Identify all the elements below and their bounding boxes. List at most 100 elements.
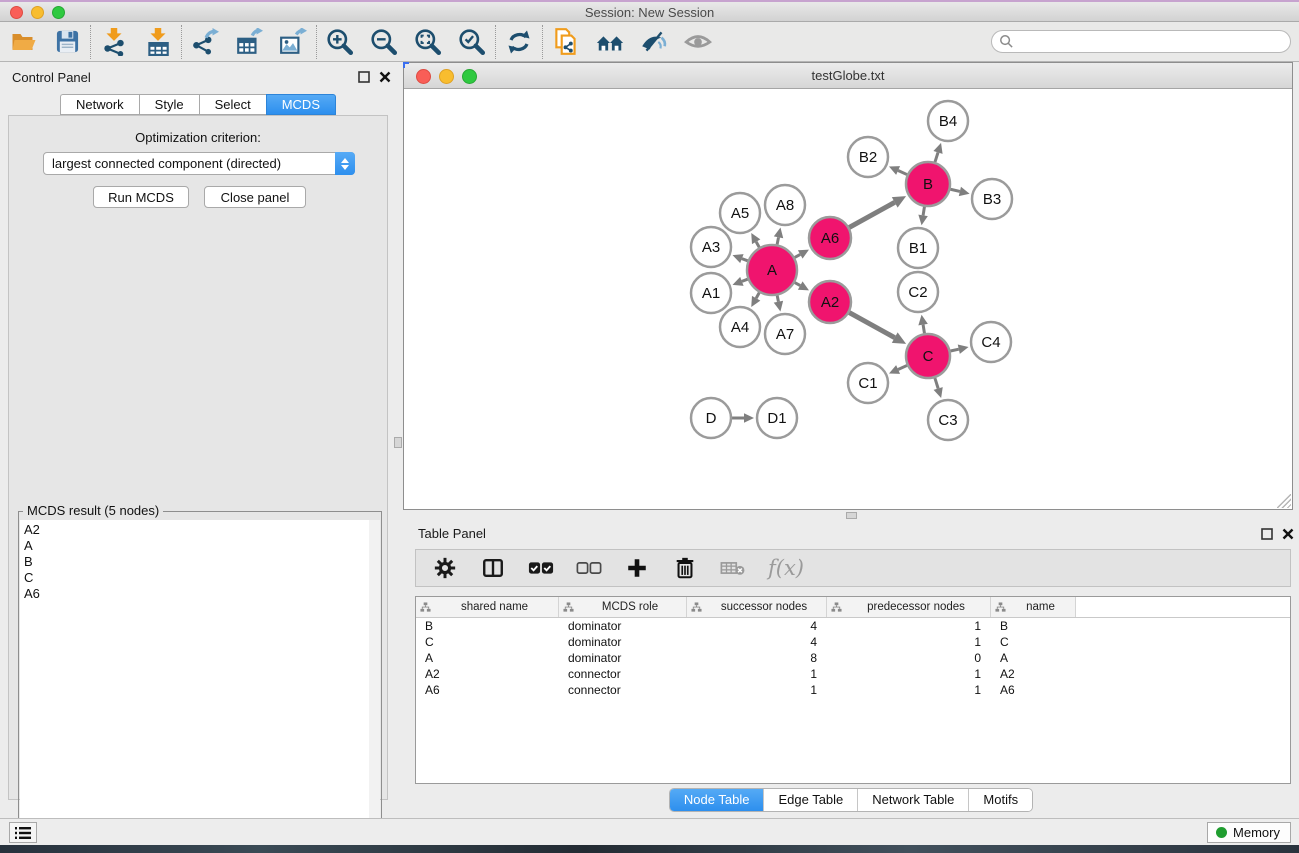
columns-button[interactable] [480,555,506,581]
edge-A-A8[interactable] [777,237,778,244]
edge-C-C4[interactable] [950,349,958,351]
edge-A6-B[interactable] [849,202,894,227]
task-history-button[interactable] [9,822,37,843]
function-builder-button[interactable]: f(x) [768,555,804,581]
edge-A2-C[interactable] [849,313,894,338]
criterion-select[interactable]: largest connected component (directed) [43,152,355,175]
cell-shared-name[interactable]: A [416,651,559,665]
export-network-button[interactable] [190,27,220,57]
cell-name[interactable]: A [991,651,1076,665]
memory-button[interactable]: Memory [1207,822,1291,843]
save-session-button[interactable] [52,27,82,57]
edge-A-A5[interactable] [756,242,759,248]
cell-name[interactable]: A6 [991,683,1076,697]
delete-button[interactable] [672,555,698,581]
close-panel-icon[interactable] [379,71,391,83]
cell-name[interactable]: A2 [991,667,1076,681]
float-panel-icon[interactable] [358,71,370,83]
result-scrollbar[interactable] [369,520,380,848]
table-row[interactable]: A2connector11A2 [416,666,1290,682]
edge-C-C1[interactable] [898,365,907,369]
edge-B-B1[interactable] [923,207,924,216]
tab-network-table[interactable]: Network Table [858,789,969,811]
tab-network[interactable]: Network [60,94,139,115]
cell-MCDS-role[interactable]: dominator [559,635,687,649]
result-item[interactable]: C [24,570,369,586]
tab-style[interactable]: Style [139,94,199,115]
export-image-button[interactable] [278,27,308,57]
mcds-result-list[interactable]: A2ABCA6 [20,520,370,848]
zoom-selected-button[interactable] [457,27,487,57]
deselect-all-rows-button[interactable] [576,555,602,581]
cell-MCDS-role[interactable]: connector [559,683,687,697]
resize-grip-icon[interactable] [1277,494,1291,508]
first-neighbors-button[interactable] [595,27,625,57]
cell-successor-nodes[interactable]: 1 [687,683,827,697]
edge-C-C3[interactable] [935,378,938,389]
open-session-button[interactable] [8,27,38,57]
result-item[interactable]: A2 [24,522,369,538]
edge-A-A4[interactable] [756,293,759,299]
tab-motifs[interactable]: Motifs [969,789,1032,811]
column-header-successor-nodes[interactable]: successor nodes [687,597,827,617]
cell-MCDS-role[interactable]: connector [559,667,687,681]
search-box[interactable] [991,30,1291,53]
column-header-MCDS-role[interactable]: MCDS role [559,597,687,617]
close-panel-button[interactable]: Close panel [204,186,306,208]
close-table-panel-icon[interactable] [1282,528,1294,540]
zoom-out-button[interactable] [369,27,399,57]
edge-A-A1[interactable] [742,279,748,281]
cell-predecessor-nodes[interactable]: 0 [827,651,991,665]
result-item[interactable]: A6 [24,586,369,602]
edge-A-A3[interactable] [742,259,748,261]
cell-name[interactable]: C [991,635,1076,649]
cell-shared-name[interactable]: A2 [416,667,559,681]
cell-successor-nodes[interactable]: 4 [687,635,827,649]
edge-B-B4[interactable] [935,152,938,162]
column-header-shared-name[interactable]: shared name [416,597,559,617]
tab-mcds[interactable]: MCDS [266,94,336,115]
import-network-button[interactable] [99,27,129,57]
export-table-button[interactable] [234,27,264,57]
float-table-panel-icon[interactable] [1261,528,1273,540]
column-header-name[interactable]: name [991,597,1076,617]
table-row[interactable]: A6connector11A6 [416,682,1290,698]
search-input[interactable] [1019,33,1290,51]
cell-successor-nodes[interactable]: 4 [687,619,827,633]
zoom-in-button[interactable] [325,27,355,57]
network-canvas[interactable]: B4B2BB3A8A5A6A3B1AA1C2A2A4A7C4CC1C3DD1 [404,89,1292,509]
edge-C-C2[interactable] [923,325,924,334]
show-eye-button[interactable] [683,27,713,57]
cell-MCDS-role[interactable]: dominator [559,619,687,633]
edge-A-A7[interactable] [777,295,778,301]
refresh-button[interactable] [504,27,534,57]
cell-shared-name[interactable]: C [416,635,559,649]
vertical-splitter-handle[interactable] [394,437,402,448]
delete-table-button[interactable] [720,555,746,581]
cell-successor-nodes[interactable]: 1 [687,667,827,681]
select-all-rows-button[interactable] [528,555,554,581]
horizontal-splitter-handle[interactable] [846,512,857,519]
cell-predecessor-nodes[interactable]: 1 [827,619,991,633]
table-settings-button[interactable] [432,555,458,581]
table-row[interactable]: Cdominator41C [416,634,1290,650]
hide-details-button[interactable] [639,27,669,57]
zoom-fit-button[interactable] [413,27,443,57]
add-button[interactable] [624,555,650,581]
table-row[interactable]: Bdominator41B [416,618,1290,634]
edge-A-A6[interactable] [795,254,800,257]
node-table[interactable]: shared nameMCDS rolesuccessor nodesprede… [415,596,1291,784]
network-window-titlebar[interactable]: testGlobe.txt [404,63,1292,89]
edge-B-B3[interactable] [950,189,959,191]
cell-predecessor-nodes[interactable]: 1 [827,683,991,697]
cell-shared-name[interactable]: B [416,619,559,633]
cell-shared-name[interactable]: A6 [416,683,559,697]
column-header-predecessor-nodes[interactable]: predecessor nodes [827,597,991,617]
tab-edge-table[interactable]: Edge Table [764,789,858,811]
cell-MCDS-role[interactable]: dominator [559,651,687,665]
import-table-button[interactable] [143,27,173,57]
tab-select[interactable]: Select [199,94,266,115]
table-row[interactable]: Adominator80A [416,650,1290,666]
result-item[interactable]: A [24,538,369,554]
edge-B-B2[interactable] [898,171,907,175]
